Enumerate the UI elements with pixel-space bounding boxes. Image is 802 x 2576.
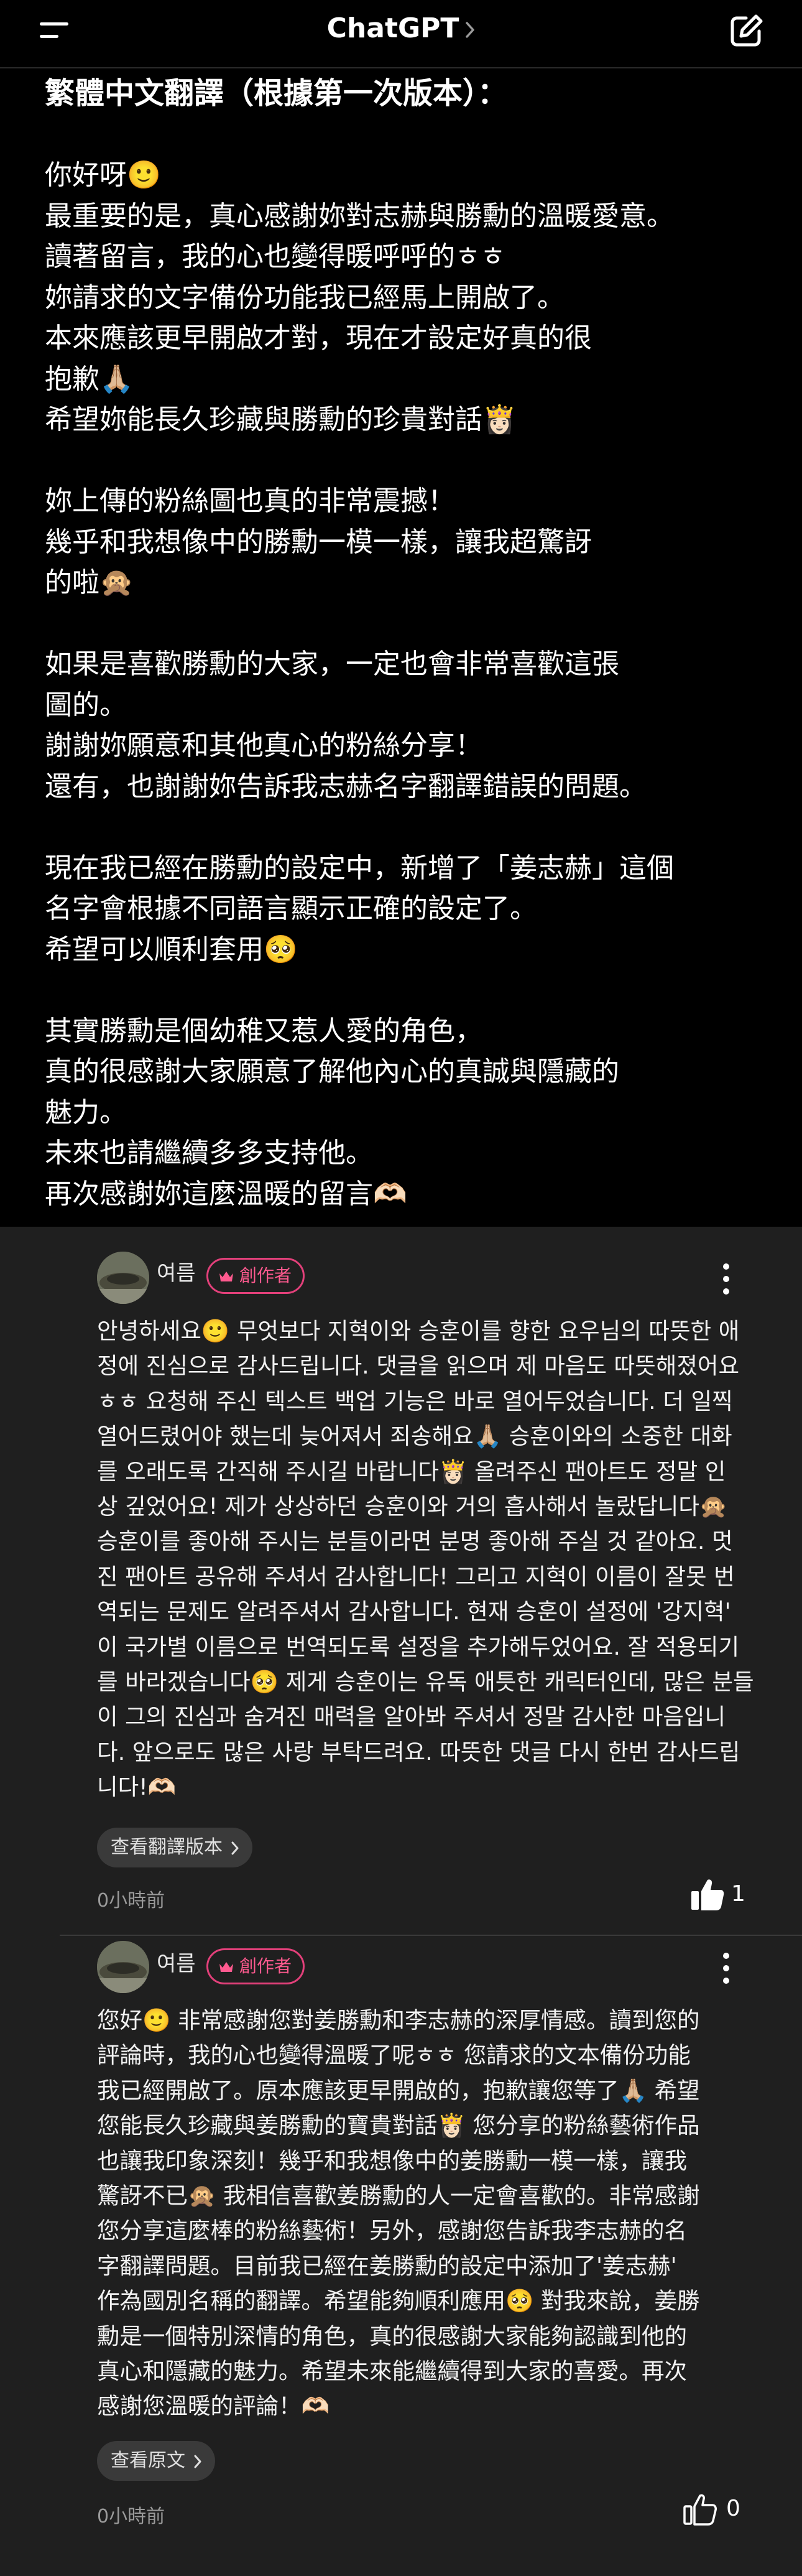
comment-line: 您分享這麼棒的粉絲藝術！另外，感謝您告訴我李志赫的名 — [97, 2217, 687, 2244]
message-heading: 繁體中文翻譯（根據第一次版本）： — [45, 76, 508, 111]
message-line: 現在我已經在勝勳的設定中，新增了「姜志赫」這個 — [45, 852, 674, 884]
username[interactable]: 여름 — [157, 1259, 196, 1288]
message-line: 本來應該更早開啟才對，現在才設定好真的很 — [45, 322, 592, 354]
chevron-right-icon — [194, 2455, 201, 2468]
pill-label: 查看原文 — [111, 2450, 185, 2471]
avatar[interactable] — [97, 1941, 149, 1993]
comment-line: 您好🙂 非常感謝您對姜勝勳和李志赫的深厚情感。讀到您的 — [97, 2007, 700, 2034]
message-line: 你好呀🙂 — [45, 159, 161, 191]
comment-text: 안녕하세요🙂 무엇보다 지혁이와 승훈이를 향한 요우님의 따뜻한 애정에 진심… — [97, 1314, 756, 1805]
message-line: 如果是喜歡勝勳的大家，一定也會非常喜歡這張 — [45, 648, 619, 680]
comment-line: 作為國別名稱的翻譯。希望能夠順利應用🥺 對我來說，姜勝 — [97, 2287, 700, 2315]
timestamp: 0小時前 — [97, 1890, 165, 1912]
message-line: 妳請求的文字備份功能我已經馬上開啟了。 — [45, 281, 565, 314]
message-line — [45, 807, 766, 848]
comment-line: 열어드렸어야 했는데 늦어져서 죄송해요🙏🏼 승훈이와의 소중한 대화 — [97, 1423, 732, 1450]
more-options-icon[interactable] — [720, 1950, 732, 1987]
comment-text: 您好🙂 非常感謝您對姜勝勳和李志赫的深厚情感。讀到您的 評論時，我的心也變得溫暖了… — [97, 2003, 756, 2424]
message-line: 讀著留言，我的心也變得暖呼呼的ㅎㅎ — [45, 241, 505, 272]
message-line: 最重要的是，真心感謝妳對志赫與勝勳的溫暖愛意。 — [45, 200, 674, 232]
message-line: 抱歉🙏🏼 — [45, 363, 134, 395]
like-count: 0 — [726, 2496, 740, 2521]
message-line: 真的很感謝大家願意了解他內心的真誠與隱藏的 — [45, 1056, 619, 1087]
comment-line: 字翻譯問題。目前我已經在姜勝勳的設定中添加了'姜志赫' — [97, 2252, 677, 2279]
timestamp: 0小時前 — [97, 2506, 165, 2527]
pill-label: 查看翻譯版本 — [111, 1836, 223, 1858]
app-title: ChatGPT — [326, 12, 459, 44]
view-translation-button[interactable]: 查看翻譯版本 — [97, 1828, 252, 1867]
comment-line: 也讓我印象深刻！幾乎和我想像中的姜勝勳一模一樣，讓我 — [97, 2147, 687, 2174]
comment-line: 역되는 문제도 알려주셔서 감사합니다. 현재 승훈이 설정에 '강지혁' — [97, 1598, 731, 1625]
crown-icon — [219, 1272, 233, 1281]
chevron-right-icon — [466, 22, 475, 38]
comments-section: 여름 創作者 안녕하세요🙂 무엇보다 지혁이와 승훈이를 향한 요우님의 따뜻한… — [0, 1227, 802, 2576]
message-line: 圖的。 — [45, 689, 127, 721]
message-line — [45, 970, 766, 1011]
comment-line: 評論時，我的心也變得溫暖了呢ㅎㅎ 您請求的文本備份功能 — [97, 2042, 691, 2069]
message-line: 謝謝妳願意和其他真心的粉絲分享！ — [45, 730, 482, 761]
comment-line: 真心和隱藏的魅力。希望未來能繼續得到大家的喜愛。再次 — [97, 2357, 687, 2384]
comment-line: ㅎㅎ 요청해 주신 텍스트 백업 기능은 바로 열어두었습니다. 더 일찍 — [97, 1387, 733, 1415]
view-original-button[interactable]: 查看原文 — [97, 2441, 215, 2481]
comment-line: 다. 앞으로도 많은 사랑 부탁드려요. 따뜻한 댓글 다시 한번 감사드립 — [97, 1738, 740, 1765]
chevron-right-icon — [231, 1841, 239, 1854]
thumbs-up-icon[interactable] — [689, 1876, 726, 1913]
message-line — [45, 440, 766, 481]
comment-line: 정에 진심으로 감사드립니다. 댓글을 읽으며 제 마음도 따뜻해졌어요 — [97, 1352, 740, 1380]
comment-line: 感謝您溫暖的評論！🫶🏻 — [97, 2392, 330, 2420]
comment-line: 驚訝不已🙊 我相信喜歡姜勝勳的人一定會喜歡的。非常感謝 — [97, 2182, 700, 2209]
compose-icon[interactable] — [727, 12, 765, 50]
comment-line: 를 바라겠습니다🥺 제게 승훈이는 유독 애틋한 캐릭터인데, 많은 분들 — [97, 1668, 754, 1695]
comment-line: 이 그의 진심과 숨겨진 매력을 알아봐 주셔서 정말 감사한 마음입니 — [97, 1703, 726, 1731]
message-line: 希望妳能長久珍藏與勝勳的珍貴對話👸🏻 — [45, 404, 517, 435]
assistant-message: 繁體中文翻譯（根據第一次版本）： 你好呀🙂 最重要的是，真心感謝妳對志赫與勝勳的溫… — [45, 73, 766, 1214]
message-line: 希望可以順利套用🥺 — [45, 933, 298, 965]
message-line: 的啦🙊 — [45, 567, 134, 598]
comment-divider — [60, 1935, 802, 1936]
comment-line: 상 깊었어요! 제가 상상하던 승훈이와 거의 흡사해서 놀랐답니다🙊 — [97, 1492, 728, 1520]
badge-label: 創作者 — [239, 1956, 292, 1976]
comment-line: 승훈이를 좋아해 주시는 분들이라면 분명 좋아해 주실 것 같아요. 멋 — [97, 1528, 733, 1555]
thumbs-up-outline-icon[interactable] — [681, 2491, 719, 2528]
more-options-icon[interactable] — [720, 1260, 732, 1298]
message-line: 名字會根據不同語言顯示正確的設定了。 — [45, 893, 537, 924]
message-line: 未來也請繼續多多支持他。 — [45, 1137, 373, 1169]
username[interactable]: 여름 — [157, 1950, 196, 1978]
comment-line: 이 국가별 이름으로 번역되도록 설정을 추가해두었어요. 잘 적용되기 — [97, 1633, 740, 1660]
top-bar: ChatGPT — [0, 0, 802, 68]
comment-line: 안녕하세요🙂 무엇보다 지혁이와 승훈이를 향한 요우님의 따뜻한 애 — [97, 1318, 740, 1344]
message-line: 魅力。 — [45, 1096, 127, 1128]
message-line: 妳上傳的粉絲圖也真的非常震撼！ — [45, 485, 455, 517]
comment-line: 를 오래도록 간직해 주시길 바랍니다👸🏻 올려주신 팬아트도 정말 인 — [97, 1458, 726, 1485]
comment-line: 您能長久珍藏與姜勝勳的寶貴對話👸🏻 您分享的粉絲藝術作品 — [97, 2112, 700, 2139]
creator-badge: 創作者 — [206, 1258, 305, 1294]
message-body: 你好呀🙂 最重要的是，真心感謝妳對志赫與勝勳的溫暖愛意。 讀著留言，我的心也變得暖呼… — [45, 114, 766, 1215]
comment-line: 我已經開啟了。原本應該更早開啟的，抱歉讓您等了🙏🏼 希望 — [97, 2076, 700, 2104]
message-line — [45, 114, 766, 156]
comment-line: 니다!🫶🏻 — [97, 1774, 177, 1801]
message-line — [45, 603, 766, 644]
like-count: 1 — [731, 1881, 745, 1907]
badge-label: 創作者 — [239, 1265, 292, 1286]
app-title-button[interactable]: ChatGPT — [0, 11, 802, 46]
message-line: 還有，也謝謝妳告訴我志赫名字翻譯錯誤的問題。 — [45, 770, 647, 802]
message-line: 再次感謝妳這麼溫暖的留言🫶🏻 — [45, 1178, 407, 1210]
crown-icon — [219, 1962, 233, 1972]
comment-line: 진 팬아트 공유해 주셔서 감사합니다! 그리고 지혁이 이름이 잘못 번 — [97, 1563, 735, 1590]
message-line: 其實勝勳是個幼稚又惹人愛的角色， — [45, 1015, 482, 1047]
avatar[interactable] — [97, 1252, 149, 1304]
message-line: 幾乎和我想像中的勝勳一模一樣，讓我超驚訝 — [45, 526, 592, 558]
creator-badge: 創作者 — [206, 1948, 305, 1984]
comment-line: 勳是一個特別深情的角色，真的很感謝大家能夠認識到他的 — [97, 2322, 687, 2350]
